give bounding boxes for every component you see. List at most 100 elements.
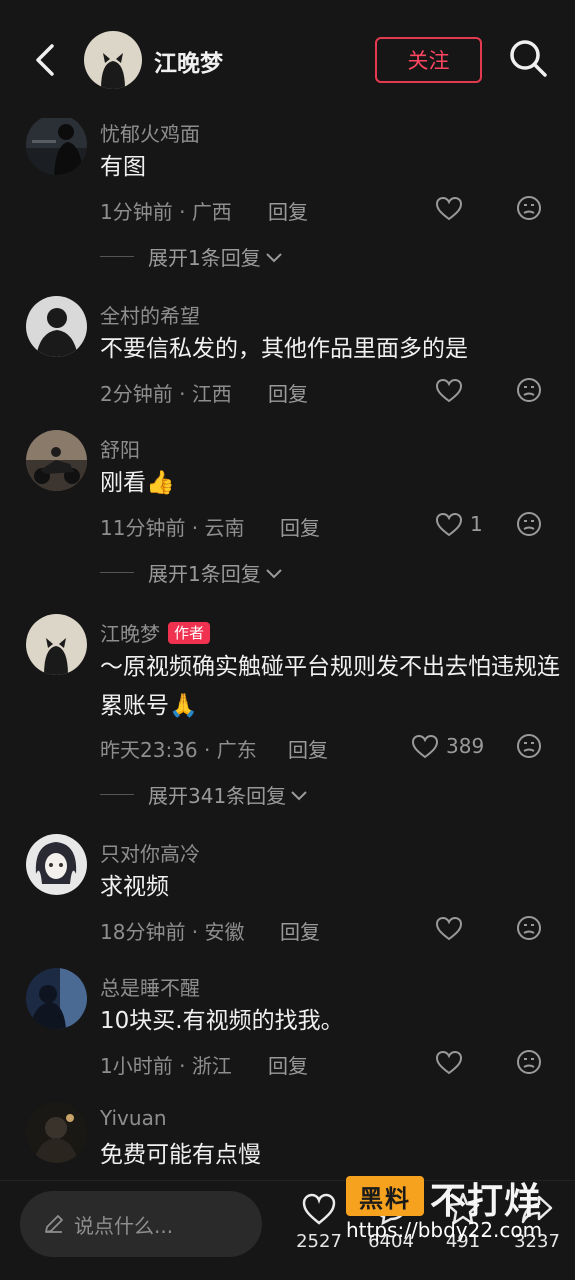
comment-time: 18分钟前 [100,920,186,944]
reply-button[interactable]: 回复 [268,1050,308,1079]
comment-location: 江西 [191,382,232,406]
profile-avatar[interactable] [84,31,142,89]
divider [100,572,134,573]
avatar[interactable] [26,834,87,895]
dislike-icon[interactable] [515,194,543,222]
input-placeholder: 说点什么... [74,1213,174,1238]
comment-text: ～原视频确实触碰平台规则发不出去怕违规连累账号🙏 [100,654,560,719]
avatar-image [26,296,87,357]
like-count-button[interactable]: 2527 [284,1189,354,1252]
divider [100,256,134,257]
dislike-icon[interactable] [515,732,543,760]
comment-text: 不要信私发的，其他作品里面多的是 [100,336,468,362]
dislike-icon[interactable] [515,510,543,538]
search-icon[interactable] [506,36,550,80]
reply-button[interactable]: 回复 [268,378,308,407]
comment-time: 1分钟前 [100,200,173,224]
like-button[interactable] [434,1048,470,1076]
avatar[interactable] [26,614,87,675]
dislike-icon[interactable] [515,376,543,404]
avatar-image [84,31,142,89]
comment-text: 10块买.有视频的找我。 [100,1008,344,1034]
comment-location: 浙江 [191,1054,232,1078]
comment-meta: 2分钟前 · 江西 [100,382,232,406]
author-badge: 作者 [168,621,211,644]
back-arrow-icon [36,44,54,76]
comment-location: 云南 [204,516,245,540]
comment-meta: 18分钟前 · 安徽 [100,920,245,944]
heart-icon [435,378,463,403]
avatar-image [26,834,87,895]
avatar-image [26,114,87,175]
comment-time: 1小时前 [100,1054,173,1078]
comment-username[interactable]: 舒阳 [100,434,140,463]
comment-time: 2分钟前 [100,382,173,406]
avatar[interactable] [26,430,87,491]
like-button[interactable] [434,376,470,404]
like-count: 1 [470,512,483,536]
follow-button[interactable]: 关注 [375,37,482,83]
comment-location: 安徽 [204,920,245,944]
reply-button[interactable]: 回复 [288,734,328,763]
heart-icon [435,512,463,537]
comment-username[interactable]: 江晚梦 作者 [100,618,211,647]
comment-username[interactable]: 总是睡不醒 [100,972,200,1001]
comment-meta: 1小时前 · 浙江 [100,1054,232,1078]
divider [100,794,134,795]
reply-button[interactable]: 回复 [280,916,320,945]
like-button[interactable] [434,194,470,222]
comment-username[interactable]: 只对你高冷 [100,838,200,867]
like-button[interactable]: 1 [434,510,483,538]
watermark-logo-box: 黑料 [346,1176,424,1216]
expand-replies-button[interactable]: 展开1条回复 [100,242,285,271]
avatar-image [26,614,87,675]
avatar[interactable] [26,968,87,1029]
comment-username[interactable]: 全村的希望 [100,300,200,329]
heart-icon [302,1193,336,1225]
heart-icon [411,734,439,759]
comment-time: 11分钟前 [100,516,186,540]
avatar-image [26,968,87,1029]
avatar-image [26,430,87,491]
watermark: 黑料 不打烊 https://bbdy22.com [346,1172,558,1246]
expand-replies-button[interactable]: 展开1条回复 [100,558,285,587]
heart-icon [435,1050,463,1075]
like-button[interactable] [434,914,470,942]
comment-list[interactable]: 忧郁火鸡面 有图 1分钟前 · 广西 回复 展开1条回复 全村的希望 不要信私发… [0,0,575,1180]
top-bar: 江晚梦 关注 [0,0,575,118]
comment-username[interactable]: 忧郁火鸡面 [100,118,200,147]
avatar-image [26,1102,87,1163]
comment-meta: 11分钟前 · 云南 [100,516,245,540]
comment-location: 广东 [216,738,257,762]
pencil-icon [45,1215,63,1233]
comment-location: 广西 [191,200,232,224]
chevron-down-icon [266,252,282,262]
comment-username[interactable]: Yivuan [100,1106,167,1130]
comment-meta: 昨天23:36 · 广东 [100,738,257,762]
like-button[interactable]: 389 [410,732,484,760]
reply-button[interactable]: 回复 [268,196,308,225]
watermark-title: 不打烊 [430,1181,542,1222]
heart-icon [435,916,463,941]
dislike-icon[interactable] [515,1048,543,1076]
comment-text: 刚看👍 [100,470,175,496]
avatar[interactable] [26,114,87,175]
profile-name[interactable]: 江晚梦 [154,44,223,78]
watermark-url: https://bbdy22.com [346,1218,543,1242]
avatar[interactable] [26,296,87,357]
dislike-icon[interactable] [515,914,543,942]
like-count: 389 [446,734,485,758]
comment-meta: 1分钟前 · 广西 [100,200,232,224]
chevron-down-icon [291,790,307,800]
reply-button[interactable]: 回复 [280,512,320,541]
comment-time: 昨天23:36 [100,738,198,762]
expand-replies-button[interactable]: 展开341条回复 [100,780,310,809]
chevron-down-icon [266,568,282,578]
back-button[interactable] [28,40,62,80]
avatar[interactable] [26,1102,87,1163]
comment-text: 免费可能有点慢 [100,1142,261,1168]
comment-text: 求视频 [100,874,169,900]
comment-input[interactable]: 说点什么... [20,1191,262,1257]
comment-text: 有图 [100,154,146,180]
heart-icon [435,196,463,221]
